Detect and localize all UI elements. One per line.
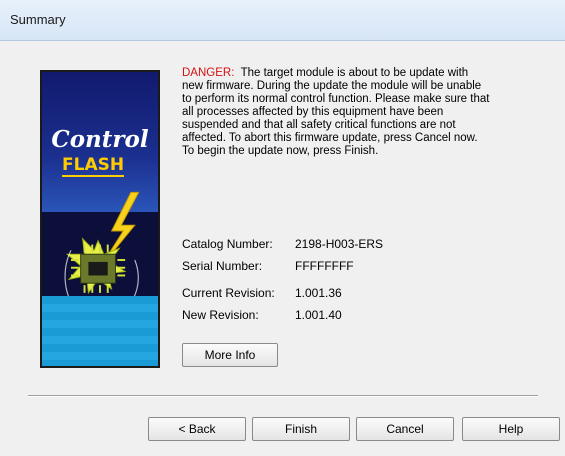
current-revision-label: Current Revision: [182, 286, 275, 300]
catalog-value: 2198-H003-ERS [295, 237, 384, 251]
new-revision-label: New Revision: [182, 308, 259, 322]
danger-text: The target module is about to be update … [182, 67, 490, 157]
current-revision-value: 1.001.36 [295, 286, 342, 300]
new-revision-row: New Revision: 1.001.40 [182, 308, 342, 322]
logo-footer-stripes [42, 296, 158, 366]
button-separator [28, 395, 538, 397]
help-button[interactable]: Help [462, 417, 560, 441]
danger-label: DANGER: [182, 67, 235, 79]
catalog-label: Catalog Number: [182, 237, 273, 251]
cancel-button[interactable]: Cancel [356, 417, 454, 441]
serial-row: Serial Number: FFFFFFFF [182, 259, 354, 273]
current-revision-row: Current Revision: 1.001.36 [182, 286, 342, 300]
title-bar: Summary [0, 0, 565, 41]
logo-text-flash: FLASH [62, 155, 125, 177]
finish-button[interactable]: Finish [252, 417, 350, 441]
serial-value: FFFFFFFF [295, 259, 354, 273]
controlflash-logo: Control FLASH [40, 70, 160, 368]
logo-text-control: Control [51, 126, 149, 153]
more-info-button[interactable]: More Info [182, 343, 278, 367]
new-revision-value: 1.001.40 [295, 308, 342, 322]
window-title: Summary [10, 12, 66, 27]
catalog-row: Catalog Number: 2198-H003-ERS [182, 237, 383, 251]
danger-message: DANGER: The target module is about to be… [182, 67, 492, 158]
back-button[interactable]: < Back [148, 417, 246, 441]
serial-label: Serial Number: [182, 259, 263, 273]
